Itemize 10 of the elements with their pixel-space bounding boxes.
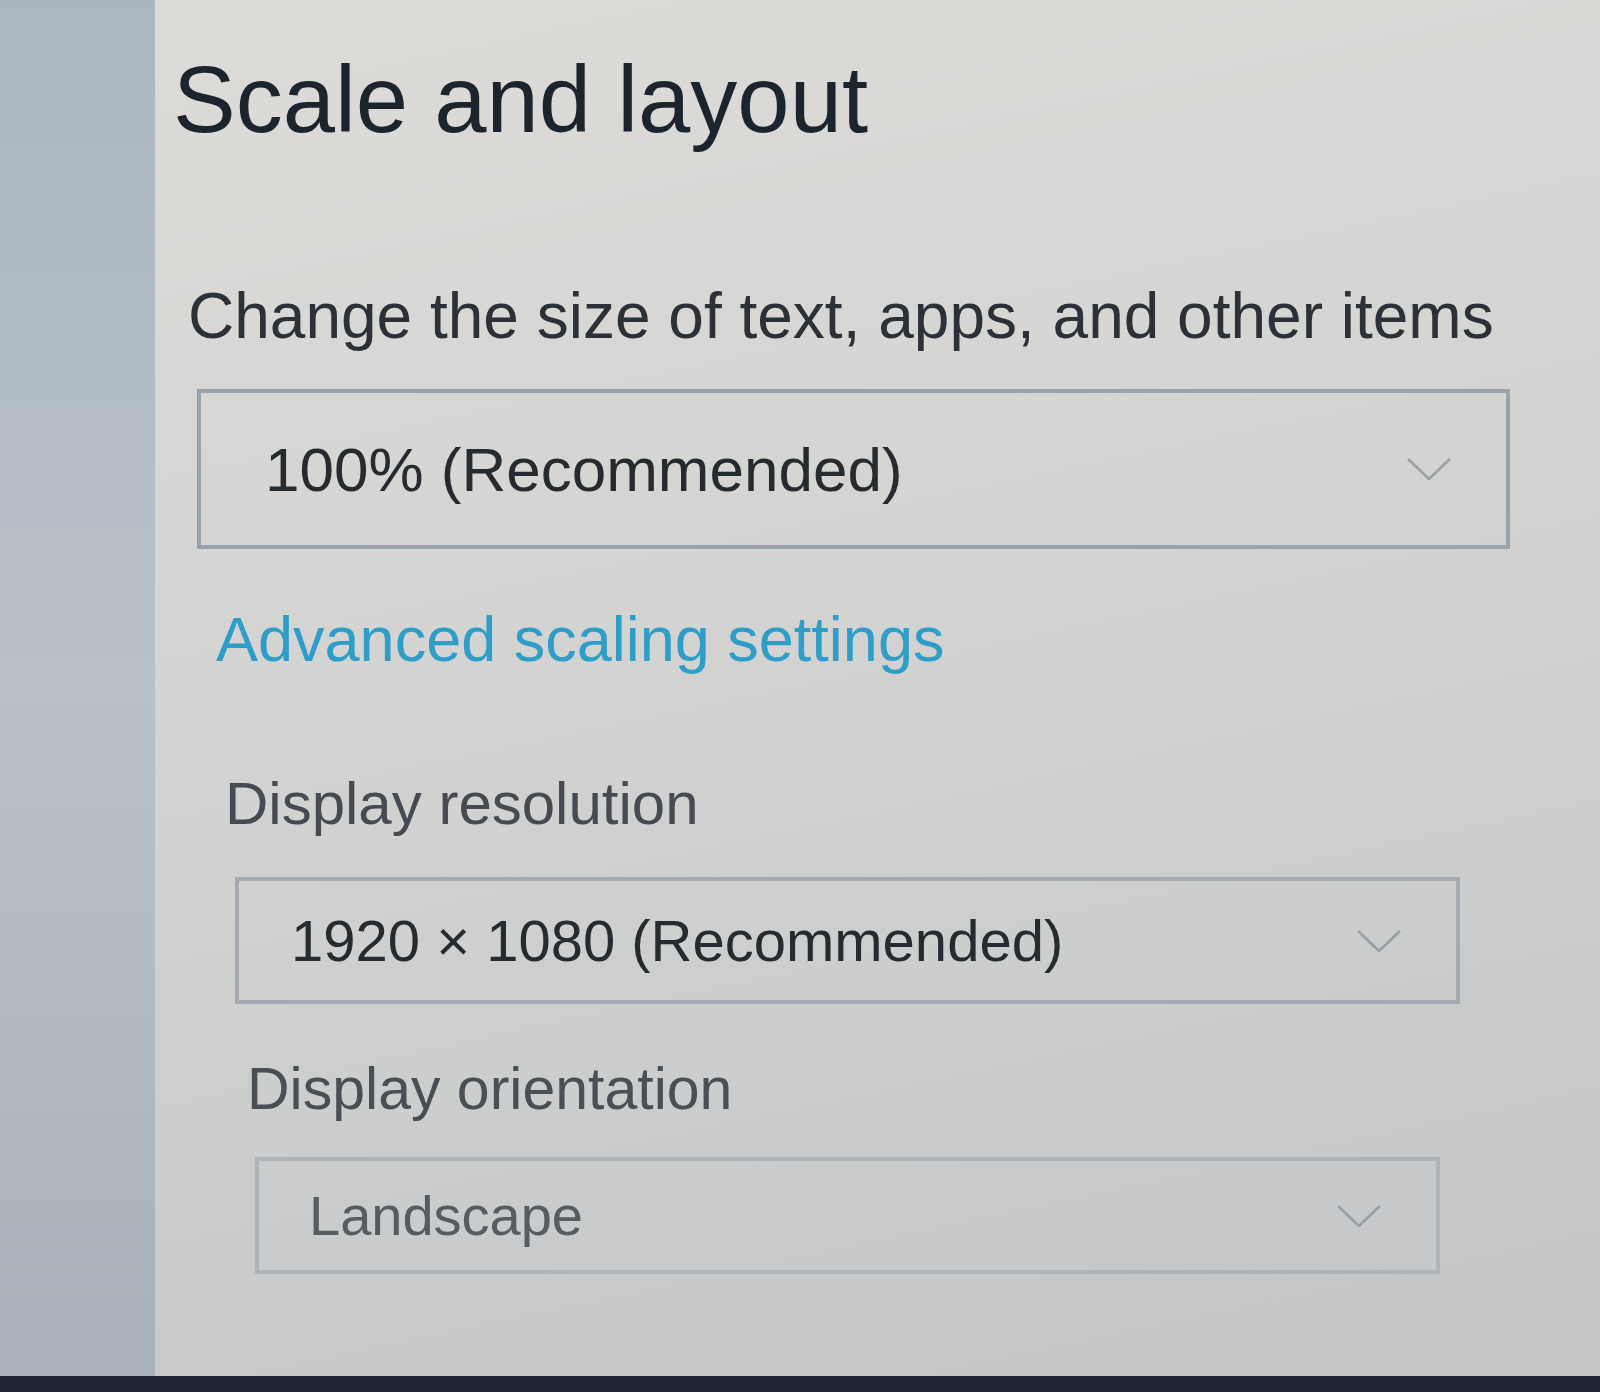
dropdown[interactable]: Landscape bbox=[255, 1157, 1440, 1274]
page-title: Scale and layout bbox=[173, 46, 869, 154]
chevron-down-icon bbox=[1357, 929, 1401, 952]
setting-label: Display orientation bbox=[247, 1055, 733, 1124]
setting-label: Change the size of text, apps, and other items bbox=[188, 279, 1494, 354]
chevron-down-icon bbox=[1337, 1204, 1381, 1227]
chevron-down-icon bbox=[1407, 458, 1451, 480]
dropdown[interactable]: 100% (Recommended) bbox=[197, 389, 1510, 549]
setting-label: Display resolution bbox=[225, 769, 699, 839]
dropdown[interactable]: 1920 × 1080 (Recommended) bbox=[235, 877, 1460, 1004]
